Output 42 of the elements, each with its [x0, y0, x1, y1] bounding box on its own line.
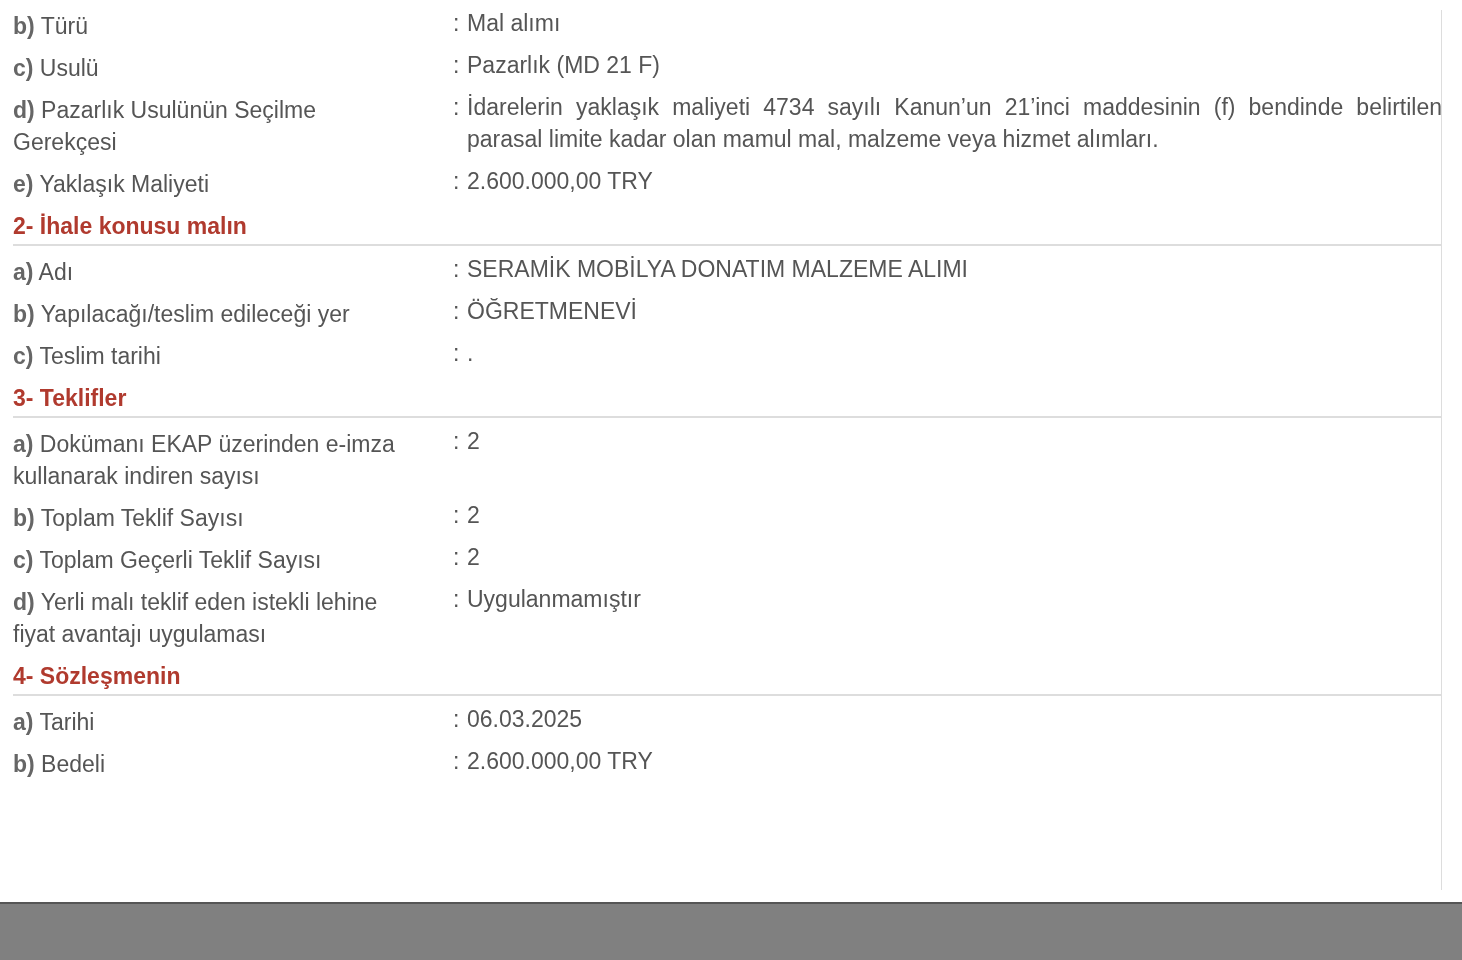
colon-separator: : [453, 298, 461, 326]
field-value: Mal alımı [467, 9, 562, 38]
field-label: d) Yerli malı teklif eden istekli lehine fiyat avantajı uygulaması [13, 588, 379, 649]
field-label: b) Yapılacağı/teslim edileceği yer [13, 300, 351, 329]
field-label: c) Toplam Geçerli Teklif Sayısı [13, 546, 323, 575]
section-heading: 2- İhale konusu malın [13, 212, 247, 241]
field-label: b) Toplam Teklif Sayısı [13, 504, 245, 533]
colon-separator: : [453, 168, 461, 196]
field-value: 2 [467, 543, 481, 572]
field-value: 2 [467, 501, 481, 530]
field-value: İdarelerin yaklaşık maliyeti 4734 sayılı Kanun’un 21’inci maddesinin (f) bendinde belirtilen parasal limite kadar olan mamul mal, malzeme veya hizmet alımları. [467, 93, 1442, 154]
colon-separator: : [453, 544, 461, 572]
field-value: ÖĞRETMENEVİ [467, 297, 638, 326]
field-value: Pazarlık (MD 21 F) [467, 51, 661, 80]
field-value: Uygulanmamıştır [467, 585, 642, 614]
section-heading: 4- Sözleşmenin [13, 662, 181, 691]
field-value: . [467, 339, 475, 368]
colon-separator: : [453, 706, 461, 734]
colon-separator: : [453, 94, 461, 122]
field-label: c) Usulü [13, 54, 100, 83]
field-label: a) Dokümanı EKAP üzerinden e-imza kullanarak indiren sayısı [13, 430, 396, 491]
field-value: 2.600.000,00 TRY [467, 167, 654, 196]
field-label: e) Yaklaşık Maliyeti [13, 170, 210, 199]
colon-separator: : [453, 586, 461, 614]
colon-separator: : [453, 748, 461, 776]
colon-separator: : [453, 10, 461, 38]
section-heading: 3- Teklifler [13, 384, 127, 413]
field-value: SERAMİK MOBİLYA DONATIM MALZEME ALIMI [467, 255, 969, 284]
colon-separator: : [453, 428, 461, 456]
colon-separator: : [453, 340, 461, 368]
field-label: d) Pazarlık Usulünün Seçilme Gerekçesi [13, 96, 317, 157]
colon-separator: : [453, 502, 461, 530]
field-label: a) Adı [13, 258, 75, 287]
field-label: b) Türü [13, 12, 89, 41]
field-label: c) Teslim tarihi [13, 342, 162, 371]
field-value: 2 [467, 427, 481, 456]
colon-separator: : [453, 256, 461, 284]
field-label: b) Bedeli [13, 750, 107, 779]
colon-separator: : [453, 52, 461, 80]
field-label: a) Tarihi [13, 708, 96, 737]
field-value: 06.03.2025 [467, 705, 584, 734]
field-value: 2.600.000,00 TRY [467, 747, 654, 776]
